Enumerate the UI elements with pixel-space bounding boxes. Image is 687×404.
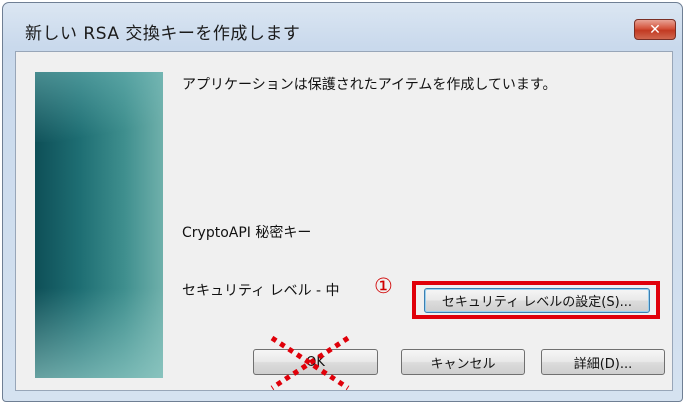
close-icon: ✕ <box>649 21 661 38</box>
decorative-side-panel <box>35 72 163 378</box>
window-title: 新しい RSA 交換キーを作成します <box>25 24 301 44</box>
details-button[interactable]: 詳細(D)... <box>541 349 665 375</box>
key-name-label: CryptoAPI 秘密キー <box>182 225 312 241</box>
dialog-window: 新しい RSA 交換キーを作成します ✕ アプリケーションは保護されたアイテムを… <box>2 2 683 402</box>
annotation-marker: ① <box>374 274 393 298</box>
close-button[interactable]: ✕ <box>634 19 676 40</box>
security-level-label: セキュリティ レベル - 中 <box>182 283 340 299</box>
set-security-level-button[interactable]: セキュリティ レベルの設定(S)... <box>424 288 650 313</box>
status-message: アプリケーションは保護されたアイテムを作成しています。 <box>182 77 557 93</box>
annotation-strike-mark <box>270 335 350 391</box>
dialog-body: アプリケーションは保護されたアイテムを作成しています。 CryptoAPI 秘密… <box>15 51 673 391</box>
cancel-button[interactable]: キャンセル <box>401 349 525 375</box>
